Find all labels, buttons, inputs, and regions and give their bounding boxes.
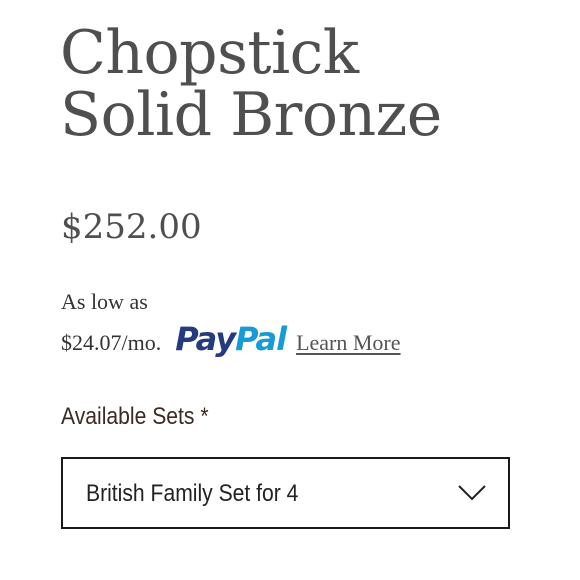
product-title-line-2: Solid Bronze (60, 80, 442, 150)
available-sets-label: Available Sets * (61, 403, 209, 430)
financing-info: As low as $24.07/mo. PayPal Learn More (61, 288, 401, 356)
monthly-payment: $24.07/mo. (61, 330, 162, 355)
product-title-line-1: Chopstick (60, 18, 359, 88)
paypal-logo: PayPal (175, 320, 287, 358)
product-price: $252.00 (61, 207, 202, 247)
product-page: Chopstick Solid Bronze $252.00 As low as… (0, 0, 580, 580)
paypal-logo-pal: Pal (235, 320, 287, 358)
financing-row: $24.07/mo. PayPal Learn More (61, 322, 401, 357)
learn-more-link[interactable]: Learn More (296, 329, 400, 357)
selected-set-value: British Family Set for 4 (86, 480, 299, 507)
financing-intro: As low as (61, 289, 148, 314)
product-title: Chopstick Solid Bronze (60, 22, 442, 146)
paypal-logo-pay: Pay (175, 320, 236, 358)
available-sets-select[interactable]: British Family Set for 4 (61, 457, 510, 529)
chevron-down-icon (458, 485, 486, 501)
